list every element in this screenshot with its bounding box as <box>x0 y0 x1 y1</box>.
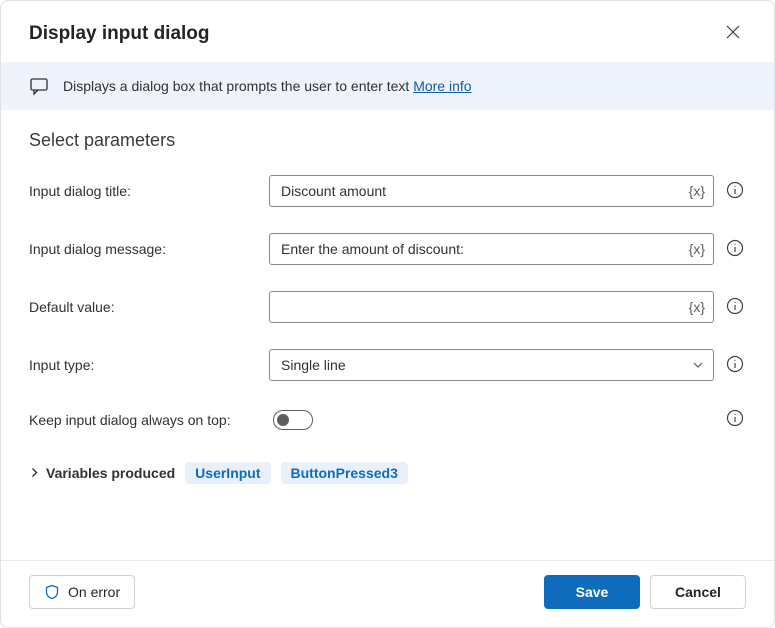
info-icon <box>726 181 744 202</box>
dialog-title: Display input dialog <box>29 23 210 45</box>
section-title: Select parameters <box>29 130 746 151</box>
param-row-always-on-top: Keep input dialog always on top: <box>29 407 746 432</box>
default-label: Default value: <box>29 299 259 315</box>
variable-chip[interactable]: UserInput <box>185 462 270 484</box>
message-label: Input dialog message: <box>29 241 259 257</box>
info-icon <box>726 239 744 260</box>
variable-chip[interactable]: ButtonPressed3 <box>281 462 408 484</box>
title-label: Input dialog title: <box>29 183 259 199</box>
info-banner: Displays a dialog box that prompts the u… <box>1 62 774 110</box>
cancel-button[interactable]: Cancel <box>650 575 746 609</box>
param-row-default: Default value: {x} <box>29 291 746 323</box>
banner-text-content: Displays a dialog box that prompts the u… <box>63 78 413 94</box>
dialog-footer: On error Save Cancel <box>1 560 774 627</box>
save-button[interactable]: Save <box>544 575 640 609</box>
variables-produced-row: Variables produced UserInput ButtonPress… <box>29 462 746 484</box>
default-info-button[interactable] <box>724 295 746 320</box>
input-type-label: Input type: <box>29 357 259 373</box>
default-input[interactable] <box>269 291 714 323</box>
close-icon <box>726 25 740 42</box>
always-on-top-label: Keep input dialog always on top: <box>29 412 263 428</box>
footer-actions: Save Cancel <box>544 575 746 609</box>
message-icon <box>29 76 49 96</box>
info-icon <box>726 355 744 376</box>
param-row-title: Input dialog title: {x} <box>29 175 746 207</box>
content-area: Select parameters Input dialog title: {x… <box>1 110 774 560</box>
close-button[interactable] <box>720 19 746 48</box>
chevron-right-icon <box>29 465 40 481</box>
variables-produced-label: Variables produced <box>46 465 175 481</box>
on-error-label: On error <box>68 584 120 600</box>
toggle-thumb <box>277 414 289 426</box>
banner-text: Displays a dialog box that prompts the u… <box>63 78 472 94</box>
info-icon <box>726 409 744 430</box>
always-on-top-info-button[interactable] <box>724 407 746 432</box>
message-info-button[interactable] <box>724 237 746 262</box>
variables-produced-toggle[interactable]: Variables produced <box>29 465 175 481</box>
info-icon <box>726 297 744 318</box>
param-row-input-type: Input type: Single line <box>29 349 746 381</box>
input-type-select[interactable]: Single line <box>269 349 714 381</box>
more-info-link[interactable]: More info <box>413 78 471 94</box>
param-row-message: Input dialog message: {x} <box>29 233 746 265</box>
title-input[interactable] <box>269 175 714 207</box>
on-error-button[interactable]: On error <box>29 575 135 609</box>
input-type-info-button[interactable] <box>724 353 746 378</box>
always-on-top-toggle[interactable] <box>273 410 313 430</box>
message-input[interactable] <box>269 233 714 265</box>
shield-icon <box>44 584 60 600</box>
title-info-button[interactable] <box>724 179 746 204</box>
dialog-header: Display input dialog <box>1 1 774 62</box>
